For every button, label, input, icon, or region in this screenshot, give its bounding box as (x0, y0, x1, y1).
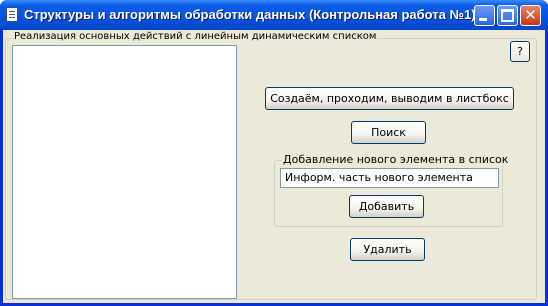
create-traverse-output-button[interactable]: Создаём, проходим, выводим в листбокс (265, 87, 514, 110)
title-bar[interactable]: Структуры и алгоритмы обработки данных (… (0, 0, 548, 30)
new-element-input[interactable]: Информ. часть нового элемента (280, 168, 499, 188)
add-button[interactable]: Добавить (349, 195, 424, 218)
window-title: Структуры и алгоритмы обработки данных (… (24, 7, 476, 22)
minimize-button[interactable] (474, 5, 495, 26)
list-box[interactable] (12, 45, 237, 299)
delete-button[interactable]: Удалить (350, 238, 425, 261)
help-button[interactable]: ? (510, 41, 530, 62)
close-button[interactable]: ✕ (520, 5, 541, 26)
minimize-icon (479, 18, 487, 21)
search-button[interactable]: Поиск (351, 121, 426, 144)
add-element-groupbox-legend: Добавление нового элемента в список (282, 153, 510, 166)
maximize-icon (501, 9, 514, 22)
main-groupbox-legend: Реализация основных действий с линейным … (13, 31, 378, 42)
close-icon: ✕ (524, 6, 537, 24)
maximize-button[interactable] (497, 5, 518, 26)
document-icon[interactable] (6, 7, 18, 22)
